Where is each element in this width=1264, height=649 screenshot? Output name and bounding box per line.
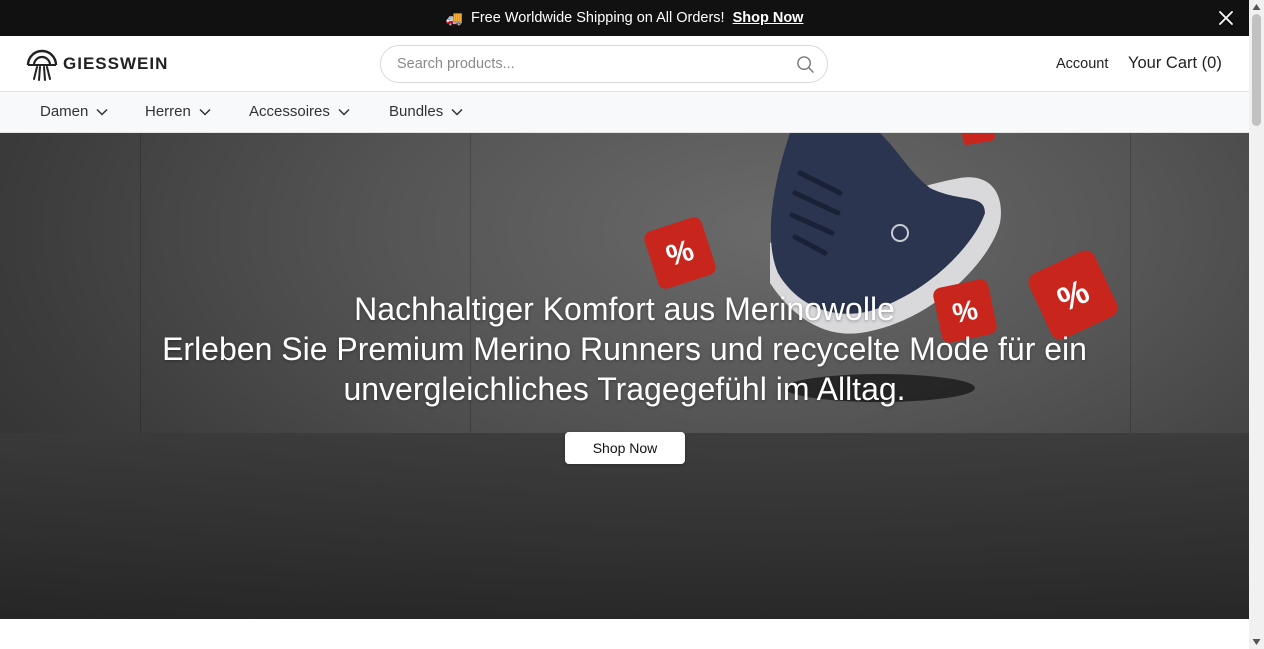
account-link[interactable]: Account (1056, 56, 1108, 72)
brand-name: GIESSWEIN (63, 54, 169, 73)
brand-logo-icon (26, 49, 58, 81)
search-icon[interactable] (796, 55, 815, 74)
chevron-down-icon (451, 108, 463, 116)
percent-cube-icon (961, 133, 995, 145)
chevron-down-icon (199, 108, 211, 116)
nav-item-accessoires[interactable]: Accessoires (249, 103, 350, 120)
nav-item-label: Bundles (389, 103, 444, 120)
nav-item-damen[interactable]: Damen (40, 103, 108, 120)
close-icon[interactable] (1217, 9, 1235, 27)
announcement-text: Free Worldwide Shipping on All Orders! (470, 10, 725, 26)
announcement-shop-now-link[interactable]: Shop Now (733, 10, 804, 26)
chevron-down-icon (338, 108, 350, 116)
announcement-bar: 🚚 Free Worldwide Shipping on All Orders!… (0, 0, 1249, 36)
chevron-down-icon (96, 108, 108, 116)
hero-banner: % % % Nachhaltiger Komfort aus Merinowol… (0, 133, 1249, 619)
scrollbar-thumb[interactable] (1252, 14, 1261, 126)
cart-link[interactable]: Your Cart (0) (1128, 54, 1222, 73)
nav-item-label: Damen (40, 103, 89, 120)
main-nav: Damen Herren Accessoires Bundles (0, 92, 1249, 133)
nav-item-label: Herren (145, 103, 191, 120)
truck-icon: 🚚 (445, 9, 463, 26)
brand-logo[interactable]: GIESSWEIN (24, 47, 168, 81)
scroll-up-icon[interactable] (1252, 3, 1261, 11)
site-header: GIESSWEIN Account Your Cart (0) (0, 36, 1249, 92)
nav-item-bundles[interactable]: Bundles (389, 103, 463, 120)
page-scrollbar[interactable] (1249, 0, 1264, 649)
search-input[interactable] (381, 46, 781, 82)
scroll-down-icon[interactable] (1252, 638, 1261, 646)
nav-item-label: Accessoires (249, 103, 330, 120)
hero-subtitle: Erleben Sie Premium Merino Runners und r… (162, 331, 1087, 407)
percent-cube-icon: % (644, 217, 716, 289)
hero-title: Nachhaltiger Komfort aus Merinowolle (354, 291, 895, 327)
hero-shop-now-button[interactable]: Shop Now (565, 432, 685, 464)
nav-item-herren[interactable]: Herren (145, 103, 211, 120)
search-box (380, 45, 828, 83)
